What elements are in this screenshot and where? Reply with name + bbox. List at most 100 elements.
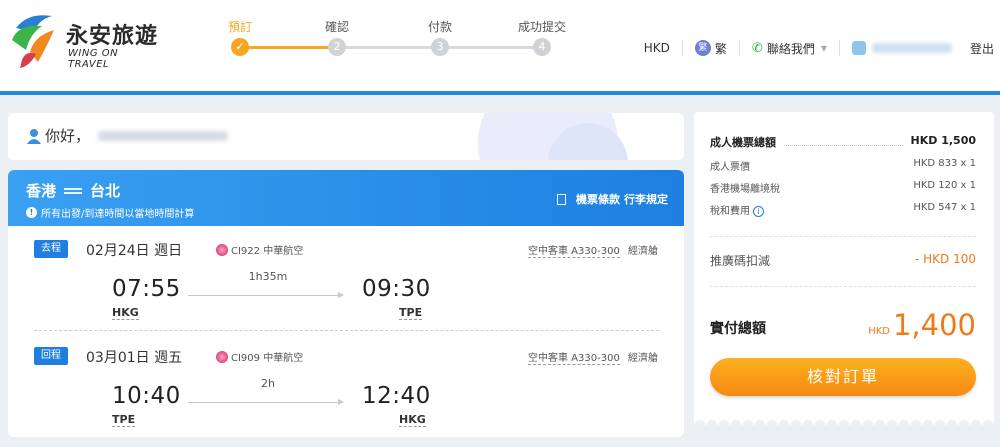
divider <box>681 40 683 56</box>
divider <box>710 236 976 237</box>
airline: CI922 中華航空 <box>216 242 303 257</box>
adult-total-row: 成人機票總額 HKD 1,500 <box>710 134 976 150</box>
cabin-class: 經濟艙 <box>628 246 658 257</box>
step-label: 預訂 <box>227 20 253 34</box>
brand-name-cn: 永安旅遊 <box>66 24 159 49</box>
info-icon: ! <box>26 207 37 218</box>
aircraft-type[interactable]: 空中客車 A330-300 <box>528 242 620 258</box>
fare-row: 成人票價 HKD 833 x 1 <box>710 158 976 173</box>
leg-date: 02月24日 週日 <box>86 243 183 259</box>
leg-tag: 回程 <box>34 347 68 365</box>
check-icon: ✓ <box>231 38 249 56</box>
arrival-airport[interactable]: TPE <box>399 306 423 320</box>
airline: CI909 中華航空 <box>216 349 303 364</box>
arrival-time: 09:30 <box>362 276 431 302</box>
dotted-leader <box>784 134 903 146</box>
adult-total-value: HKD 1,500 <box>910 134 976 147</box>
document-icon <box>557 193 566 205</box>
divider <box>738 40 740 56</box>
flight-header: 香港 台北 ! 所有出發/到達時間以當地時間計算 機票條款 行李規定 <box>8 170 684 226</box>
step-number: 2 <box>328 38 346 56</box>
fare-label: 成人票價 <box>710 162 750 173</box>
step-label: 付款 <box>427 20 453 34</box>
top-header: 永安旅遊 WING ON TRAVEL 預訂 ✓ 確認 2 付款 3 成功提交 … <box>0 0 1000 95</box>
user-name-redacted <box>98 131 228 141</box>
contact-us-link[interactable]: 聯絡我們 <box>767 40 815 57</box>
destination-city: 台北 <box>90 182 121 200</box>
step-number: 3 <box>431 38 449 56</box>
language-icon: 繁 <box>694 40 711 56</box>
step-number: 4 <box>533 38 551 56</box>
airline-name: CI922 中華航空 <box>231 246 304 257</box>
arrival-airport[interactable]: HKG <box>399 413 426 427</box>
return-leg: 回程 03月01日 週五 CI909 中華航空 空中客車 A330-300 經濟… <box>8 347 684 437</box>
airline-name: CI909 中華航空 <box>231 353 304 364</box>
info-icon[interactable]: i <box>753 206 764 217</box>
time-note: ! 所有出發/到達時間以當地時間計算 <box>26 205 194 220</box>
user-icon <box>851 41 866 55</box>
divider <box>710 286 976 287</box>
leg-divider <box>34 330 659 331</box>
time-note-text: 所有出發/到達時間以當地時間計算 <box>41 209 195 220</box>
departure-time: 10:40 <box>112 383 181 409</box>
airline-logo-icon <box>216 350 228 363</box>
leg-tag: 去程 <box>34 240 68 258</box>
logo-mark-icon <box>12 15 54 68</box>
other-tax-row: 稅和費用 i HKD 547 x 1 <box>710 202 976 217</box>
fare-rules: 機票條款 行李規定 <box>557 191 668 207</box>
departure-time: 07:55 <box>112 276 181 302</box>
confirm-order-button[interactable]: 核對訂單 <box>710 358 976 396</box>
arrival-time: 12:40 <box>362 383 431 409</box>
promo-row: 推廣碼扣減 - HKD 100 <box>710 252 976 269</box>
brand-logo[interactable]: 永安旅遊 WING ON TRAVEL <box>8 10 158 70</box>
flight-duration: 2h <box>261 377 275 390</box>
duration-arrow-icon <box>188 399 344 405</box>
user-icon <box>27 129 41 144</box>
total-amount: 1,400 <box>892 308 976 342</box>
route-arrow-icon <box>64 187 83 194</box>
cabin-class: 經濟艙 <box>628 353 658 364</box>
hk-tax-row: 香港機場離境稅 HKD 120 x 1 <box>710 180 976 195</box>
booking-progress: 預訂 ✓ 確認 2 付款 3 成功提交 4 <box>220 18 566 63</box>
greeting-card: 你好， <box>8 113 684 160</box>
promo-label: 推廣碼扣減 <box>710 254 771 268</box>
other-tax-label-wrap: 稅和費用 i <box>710 202 764 217</box>
aircraft-type[interactable]: 空中客車 A330-300 <box>528 349 620 365</box>
user-name-redacted[interactable] <box>871 43 952 53</box>
step-label: 成功提交 <box>517 20 567 34</box>
chevron-down-icon[interactable]: ▼ <box>821 44 827 53</box>
hk-tax-label: 香港機場離境稅 <box>710 184 780 195</box>
language-selector[interactable]: 繁 <box>715 40 727 57</box>
route: 香港 台北 <box>26 180 120 201</box>
grand-total: 實付總額 HKD 1,400 <box>710 308 976 344</box>
phone-icon: ✆ <box>751 40 763 56</box>
brand-name-en: WING ON TRAVEL <box>68 48 119 70</box>
duration-arrow-icon <box>188 292 344 298</box>
origin-city: 香港 <box>26 182 57 200</box>
promo-value: - HKD 100 <box>915 252 976 266</box>
outbound-leg: 去程 02月24日 週日 CI922 中華航空 空中客車 A330-300 經濟… <box>8 240 684 340</box>
step-label: 確認 <box>324 20 350 34</box>
other-tax-label: 稅和費用 <box>710 206 750 217</box>
receipt-edge <box>694 415 994 425</box>
flight-summary-card: 香港 台北 ! 所有出發/到達時間以當地時間計算 機票條款 行李規定 去程 02… <box>8 170 684 437</box>
currency-selector[interactable]: HKD <box>644 41 670 55</box>
flight-duration: 1h35m <box>248 270 288 283</box>
departure-airport[interactable]: HKG <box>112 306 139 320</box>
adult-total-label: 成人機票總額 <box>710 136 776 149</box>
logout-link[interactable]: 登出 <box>970 40 994 57</box>
ticket-terms-link[interactable]: 機票條款 <box>576 191 620 207</box>
total-label: 實付總額 <box>710 321 766 337</box>
fare-value: HKD 833 x 1 <box>913 158 976 169</box>
hk-tax-value: HKD 120 x 1 <box>913 180 976 191</box>
departure-airport[interactable]: TPE <box>112 413 136 427</box>
divider <box>838 40 840 56</box>
price-summary: 成人機票總額 HKD 1,500 成人票價 HKD 833 x 1 香港機場離境… <box>694 112 994 425</box>
header-links: HKD 繁 繁 ✆ 聯絡我們 ▼ 登出 <box>644 38 994 58</box>
leg-date: 03月01日 週五 <box>86 350 183 366</box>
airline-logo-icon <box>216 243 228 256</box>
other-tax-value: HKD 547 x 1 <box>913 202 976 213</box>
progress-line-done <box>240 46 340 49</box>
baggage-rules-link[interactable]: 行李規定 <box>624 191 668 207</box>
greeting-text: 你好， <box>45 127 91 145</box>
